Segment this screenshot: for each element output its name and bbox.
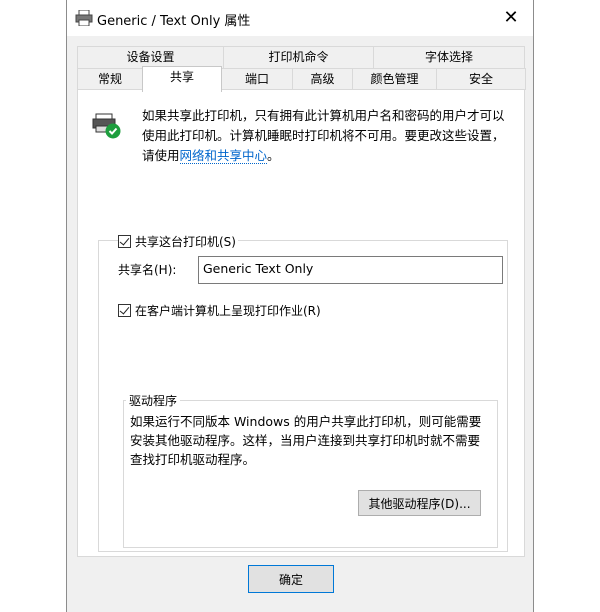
tab-color-management[interactable]: 颜色管理	[352, 68, 437, 90]
tab-general[interactable]: 常规	[77, 68, 143, 90]
sharing-panel: 如果共享此打印机，只有拥有此计算机用户名和密码的用户才可以使用此打印机。计算机睡…	[77, 89, 525, 557]
share-name-label: 共享名(H):	[118, 263, 177, 277]
tab-device-settings[interactable]: 设备设置	[77, 46, 224, 68]
share-printer-checkbox[interactable]: 共享这台打印机(S)	[118, 233, 238, 250]
render-client-check[interactable]	[118, 304, 131, 317]
tab-ports[interactable]: 端口	[221, 68, 293, 90]
tab-printer-commands[interactable]: 打印机命令	[223, 46, 374, 68]
tab-advanced[interactable]: 高级	[292, 68, 353, 90]
render-client-label: 在客户端计算机上呈现打印作业(R)	[135, 304, 321, 318]
window-title: Generic / Text Only 属性	[97, 14, 251, 29]
sharing-intro-text: 如果共享此打印机，只有拥有此计算机用户名和密码的用户才可以使用此打印机。计算机睡…	[142, 108, 505, 164]
tab-sharing[interactable]: 共享	[142, 66, 222, 92]
share-printer-check[interactable]	[118, 235, 131, 248]
other-drivers-button[interactable]: 其他驱动程序(D)...	[358, 490, 481, 516]
driver-description: 如果运行不同版本 Windows 的用户共享此打印机，则可能需要安装其他驱动程序…	[130, 414, 482, 467]
render-client-checkbox[interactable]: 在客户端计算机上呈现打印作业(R)	[118, 302, 323, 319]
driver-group-title: 驱动程序	[126, 392, 181, 409]
shared-printer-icon	[92, 113, 121, 139]
title-bar: Generic / Text Only 属性 ✕	[67, 0, 533, 36]
close-button[interactable]: ✕	[499, 6, 523, 30]
ok-button[interactable]: 确定	[248, 565, 334, 593]
tab-row-bottom: 常规 共享 端口 高级 颜色管理 安全	[77, 66, 526, 92]
tab-security[interactable]: 安全	[436, 68, 526, 90]
share-printer-label: 共享这台打印机(S)	[135, 235, 236, 249]
tab-font-selection[interactable]: 字体选择	[373, 46, 525, 68]
properties-dialog: Generic / Text Only 属性 ✕ 设备设置 打印机命令 字体选择…	[66, 0, 534, 612]
network-sharing-center-link[interactable]: 网络和共享中心	[179, 148, 268, 164]
tab-row-top: 设备设置 打印机命令 字体选择	[77, 46, 525, 68]
close-icon: ✕	[503, 7, 519, 28]
share-name-input[interactable]: Generic Text Only	[198, 256, 503, 284]
printer-icon	[75, 10, 93, 26]
